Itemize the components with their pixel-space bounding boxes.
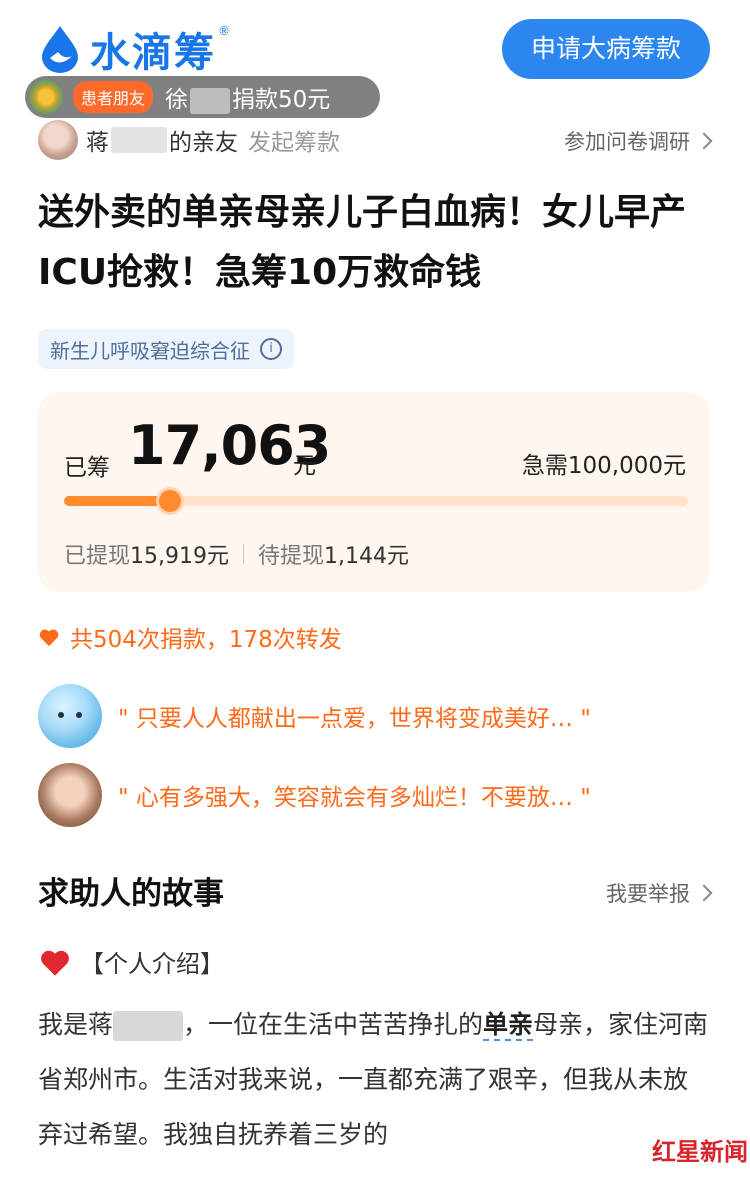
- section-heading: 【个人介绍】: [38, 944, 224, 979]
- news-watermark-logo: 红星新闻: [652, 1132, 748, 1170]
- apply-fundraising-button[interactable]: 申请大病筹款: [502, 19, 710, 79]
- comment-item[interactable]: " 只要人人都献出一点爱，世界将变成美好… ": [38, 684, 710, 748]
- comment-text: " 心有多强大，笑容就会有多灿烂！不要放… ": [118, 785, 591, 811]
- donation-action: 捐款50元: [232, 87, 331, 113]
- target-amount: 急需100,000元: [521, 453, 686, 479]
- campaign-starter[interactable]: 蒋 的亲友 发起筹款: [38, 120, 340, 160]
- commenter-avatar: [38, 763, 102, 827]
- commenter-avatar: [38, 684, 102, 748]
- toast-message: 徐 捐款50元: [165, 80, 330, 114]
- story-body: 我是蒋 ，一位在生活中苦苦挣扎的单亲母亲，家住河南省郑州市。生活对我来说，一直都充…: [38, 997, 710, 1162]
- donor-name: 徐: [165, 87, 189, 113]
- raised-unit: 元: [293, 453, 316, 479]
- blurred-name: [111, 127, 167, 153]
- red-heart-icon: [41, 950, 69, 976]
- starter-relation: 的亲友: [169, 130, 238, 156]
- disease-tag-label: 新生儿呼吸窘迫综合征: [50, 338, 250, 363]
- story-heading: 求助人的故事: [38, 876, 224, 912]
- pending-amount: 1,144元: [324, 544, 409, 569]
- report-label: 我要举报: [606, 882, 690, 906]
- report-link[interactable]: 我要举报: [606, 878, 713, 908]
- blurred-name: [190, 87, 231, 114]
- donation-stats: 共504次捐款，178次转发: [38, 620, 342, 654]
- withdraw-info: 已提现 15,919元 待提现 1,144元: [64, 538, 409, 570]
- comment-item[interactable]: " 心有多强大，笑容就会有多灿烂！不要放… ": [38, 763, 710, 827]
- story-text: 我是蒋: [38, 1010, 114, 1039]
- progress-bar: [64, 490, 688, 512]
- starter-avatar: [38, 120, 78, 160]
- starter-name: 蒋: [86, 130, 109, 156]
- donation-toast: 患者朋友 徐 捐款50元: [25, 76, 380, 118]
- donation-stats-text: 共504次捐款，178次转发: [70, 627, 342, 653]
- withdrawn-amount: 15,919元: [130, 544, 229, 569]
- keyword-highlight[interactable]: 单亲: [483, 1010, 534, 1041]
- blurred-name: [113, 1011, 184, 1041]
- app-logo: 水滴筹 ®: [38, 20, 230, 78]
- survey-label: 参加问卷调研: [564, 130, 690, 154]
- divider: [243, 544, 244, 564]
- watermark-text: 红星新闻: [652, 1138, 748, 1166]
- progress-bar-knob: [159, 490, 181, 512]
- info-icon: i: [260, 338, 282, 360]
- starter-action: 发起筹款: [248, 130, 340, 156]
- raised-label: 已筹: [64, 455, 110, 481]
- heart-icon: [39, 629, 59, 647]
- water-drop-logo-icon: [42, 26, 78, 73]
- section-heading-label: 【个人介绍】: [80, 950, 224, 978]
- chevron-right-icon: [695, 132, 713, 150]
- withdrawn-label: 已提现: [64, 544, 131, 569]
- progress-bar-fill: [64, 496, 170, 506]
- campaign-title: 送外卖的单亲母亲儿子白血病！女儿早产ICU抢救！急筹10万救命钱: [38, 192, 687, 293]
- donor-relation-badge: 患者朋友: [73, 81, 154, 113]
- logo-text: 水滴筹: [90, 30, 216, 76]
- disease-tag[interactable]: 新生儿呼吸窘迫综合征 i: [38, 329, 294, 369]
- registered-mark: ®: [218, 24, 230, 38]
- comment-text: " 只要人人都献出一点爱，世界将变成美好… ": [118, 706, 591, 732]
- survey-link[interactable]: 参加问卷调研: [564, 126, 713, 156]
- chevron-right-icon: [695, 884, 713, 902]
- pending-label: 待提现: [258, 544, 325, 569]
- donor-avatar: [29, 80, 63, 114]
- story-text: ，一位在生活中苦苦挣扎的: [183, 1010, 484, 1039]
